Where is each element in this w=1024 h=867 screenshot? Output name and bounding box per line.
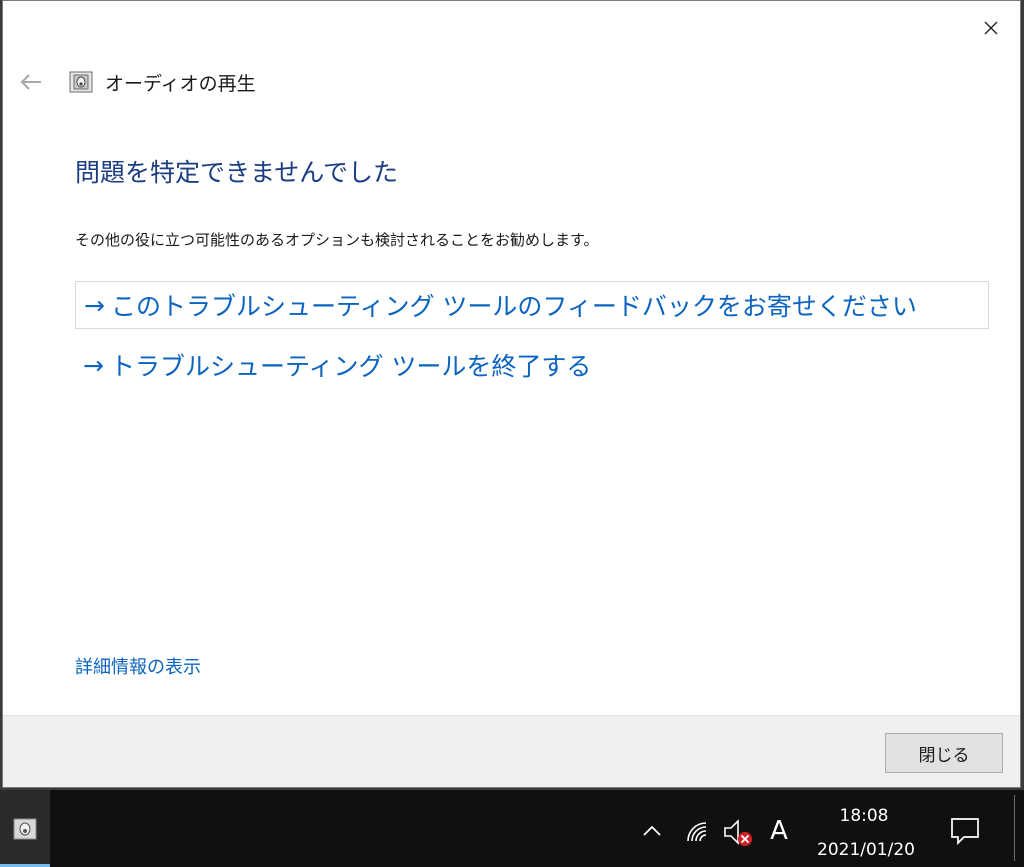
taskbar-app-troubleshooter[interactable] [0,790,50,867]
speaker-muted-icon[interactable] [722,816,754,848]
window-header: オーディオの再生 [17,67,256,97]
exit-tool-link-label: トラブルシューティング ツールを終了する [109,352,592,381]
view-details-link[interactable]: 詳細情報の表示 [75,653,201,679]
exit-tool-link[interactable]: → トラブルシューティング ツールを終了する [83,343,591,387]
troubleshooter-icon [69,71,93,93]
troubleshooter-icon [13,818,37,839]
dialog-footer: 閉じる [3,715,1020,787]
close-icon[interactable] [976,13,1006,43]
feedback-link-label: このトラブルシューティング ツールのフィードバックをお寄せください [110,292,917,321]
arrow-icon: → [83,350,104,380]
ime-indicator[interactable]: A [764,814,794,848]
clock-date[interactable]: 2021/01/20 [810,840,922,860]
show-desktop-button[interactable] [1014,795,1015,861]
feedback-link[interactable]: → このトラブルシューティング ツールのフィードバックをお寄せください [75,281,989,329]
back-arrow-icon[interactable] [17,68,45,96]
arrow-icon: → [84,290,105,320]
troubleshooter-window: オーディオの再生 問題を特定できませんでした その他の役に立つ可能性のあるオプシ… [2,0,1021,788]
clock-time[interactable]: 18:08 [816,806,912,826]
window-title: オーディオの再生 [105,72,256,95]
notification-icon[interactable] [948,814,982,848]
result-description: その他の役に立つ可能性のあるオプションも検討されることをお勧めします。 [75,231,599,249]
chevron-up-icon[interactable] [640,818,664,842]
result-heading: 問題を特定できませんでした [75,158,399,187]
wifi-icon[interactable] [684,818,712,846]
close-button[interactable]: 閉じる [885,733,1003,773]
